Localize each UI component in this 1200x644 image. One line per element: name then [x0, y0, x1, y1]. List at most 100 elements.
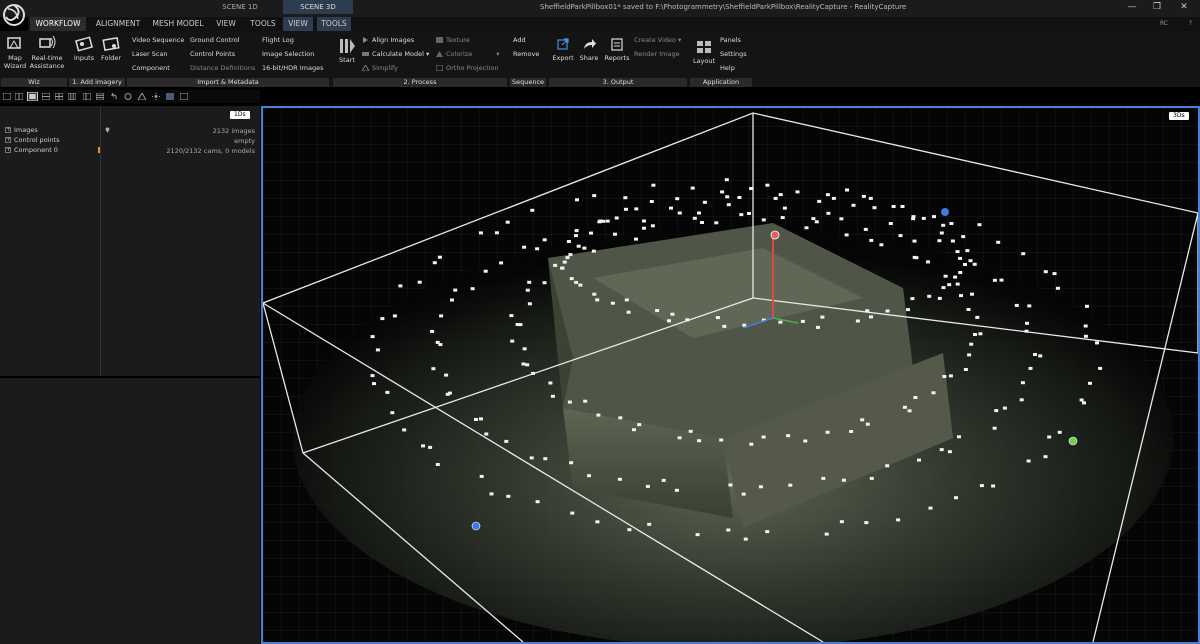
- tree-item-component[interactable]: + Component 0: [5, 146, 58, 154]
- camera-marker: [912, 239, 917, 243]
- control-points-button[interactable]: Control Points: [190, 50, 235, 58]
- layout-button[interactable]: Layout: [691, 38, 717, 65]
- hdr-images-button[interactable]: 16-bit/HDR Images: [262, 64, 324, 72]
- viewport-3ds[interactable]: 3Ds: [261, 106, 1200, 644]
- maximize-button[interactable]: ❐: [1147, 0, 1167, 14]
- start-button[interactable]: Start: [336, 37, 358, 64]
- realtime-assistance-button[interactable]: Real-time Assistance: [29, 35, 65, 70]
- panels-button[interactable]: Panels: [720, 36, 741, 44]
- camera-marker: [726, 203, 731, 207]
- close-button[interactable]: ✕: [1174, 0, 1194, 14]
- expand-icon[interactable]: +: [5, 127, 11, 133]
- settings-button[interactable]: Settings: [720, 50, 747, 58]
- layout-two-one-icon[interactable]: [27, 92, 38, 101]
- tree-item-control-points[interactable]: + Control points: [5, 136, 60, 144]
- component-button[interactable]: Component: [132, 64, 170, 72]
- render-image-button[interactable]: Render Image: [634, 50, 680, 58]
- camera-marker: [430, 329, 435, 333]
- layout-four-icon[interactable]: [55, 93, 63, 100]
- red-control-point[interactable]: [770, 230, 780, 240]
- camera-marker: [474, 418, 478, 421]
- tab-scene-3d[interactable]: SCENE 3D: [283, 0, 353, 14]
- help-ribbon-button[interactable]: Help: [720, 64, 735, 72]
- menu-tools-3d[interactable]: TOOLS: [317, 17, 351, 31]
- reports-button[interactable]: Reports: [603, 35, 631, 62]
- camera-marker: [483, 269, 488, 273]
- realitycapture-logo-icon[interactable]: [2, 1, 26, 29]
- undo-icon[interactable]: [110, 93, 118, 100]
- sequence-add-button[interactable]: Add: [513, 36, 526, 44]
- camera-marker: [957, 435, 961, 439]
- flight-log-button[interactable]: Flight Log: [262, 36, 294, 44]
- color-square-icon[interactable]: [166, 93, 174, 100]
- tab-scene-1d[interactable]: SCENE 1D: [205, 0, 275, 14]
- point-cloud-scene[interactable]: [263, 108, 1198, 642]
- camera-marker: [1047, 435, 1052, 439]
- ortho-projection-button[interactable]: Ortho Projection: [436, 64, 499, 72]
- panel-tag-3ds[interactable]: 3Ds: [1169, 112, 1189, 120]
- menu-mesh-model[interactable]: MESH MODEL: [148, 17, 208, 31]
- help-button[interactable]: ?: [1189, 17, 1192, 31]
- tree-item-images[interactable]: + Images: [5, 126, 38, 134]
- camera-marker: [568, 253, 573, 257]
- inputs-button[interactable]: Inputs: [71, 35, 97, 62]
- sequence-remove-button[interactable]: Remove: [513, 50, 539, 58]
- align-images-button[interactable]: Align Images: [362, 36, 414, 44]
- green-control-point[interactable]: [1068, 436, 1078, 446]
- share-label: Share: [579, 54, 599, 62]
- folder-label: Folder: [100, 54, 122, 62]
- colorize-button[interactable]: Colorize ▾: [436, 50, 500, 58]
- expand-icon[interactable]: +: [5, 137, 11, 143]
- camera-marker: [645, 484, 650, 488]
- camera-marker: [632, 428, 636, 432]
- layout-columns-icon[interactable]: [83, 93, 91, 100]
- camera-marker: [562, 260, 567, 264]
- share-button[interactable]: Share: [577, 35, 601, 62]
- camera-marker: [722, 324, 727, 328]
- blue-control-point[interactable]: [471, 521, 481, 531]
- camera-marker: [958, 271, 963, 274]
- camera-marker: [521, 362, 526, 366]
- menu-alignment[interactable]: ALIGNMENT: [88, 17, 148, 31]
- warning-icon[interactable]: [138, 93, 146, 100]
- colorize-icon: [436, 51, 443, 57]
- layout-single-icon[interactable]: [3, 93, 11, 100]
- layout-three-icon[interactable]: [42, 93, 50, 100]
- expand-icon[interactable]: +: [5, 147, 11, 153]
- image-selection-button[interactable]: Image Selection: [262, 50, 314, 58]
- view-box-icon[interactable]: [180, 93, 188, 100]
- layout-grid-icon[interactable]: [68, 93, 76, 100]
- menu-tools[interactable]: TOOLS: [246, 17, 280, 31]
- export-button[interactable]: Export: [551, 35, 575, 62]
- layout-split-icon[interactable]: [15, 93, 23, 100]
- texture-label: Texture: [446, 36, 470, 44]
- light-icon[interactable]: [152, 93, 160, 100]
- component-status: 2120/2132 cams, 0 models: [166, 147, 255, 155]
- rotate-icon[interactable]: [124, 93, 132, 100]
- inputs-label: Inputs: [73, 54, 95, 62]
- video-sequence-button[interactable]: Video Sequence: [132, 36, 184, 44]
- ground-control-button[interactable]: Ground Control: [190, 36, 239, 44]
- camera-marker: [531, 371, 535, 375]
- menu-workflow[interactable]: WORKFLOW: [30, 17, 86, 31]
- create-video-button[interactable]: Create Video ▾: [634, 36, 681, 44]
- simplify-icon: [362, 65, 369, 71]
- camera-marker: [865, 309, 870, 313]
- camera-marker: [855, 319, 860, 323]
- laser-scan-button[interactable]: Laser Scan: [132, 50, 168, 58]
- calculate-model-button[interactable]: Calculate Model ▾: [362, 50, 429, 58]
- map-wizard-button[interactable]: Map Wizard: [2, 35, 28, 70]
- texture-button[interactable]: Texture: [436, 36, 470, 44]
- blue-control-point[interactable]: [941, 208, 949, 216]
- menu-view-3d[interactable]: VIEW: [283, 17, 313, 31]
- folder-button[interactable]: Folder: [98, 35, 124, 62]
- simplify-button[interactable]: Simplify: [362, 64, 398, 72]
- distance-definitions-button[interactable]: Distance Definitions: [190, 64, 255, 72]
- menu-view[interactable]: VIEW: [210, 17, 242, 31]
- minimize-button[interactable]: —: [1122, 0, 1142, 14]
- panel-tag-1ds[interactable]: 1Ds: [230, 111, 250, 119]
- layout-rows-icon[interactable]: [96, 93, 104, 100]
- camera-marker: [860, 418, 865, 422]
- camera-marker: [1002, 406, 1007, 410]
- rc-label: RC: [1159, 20, 1168, 27]
